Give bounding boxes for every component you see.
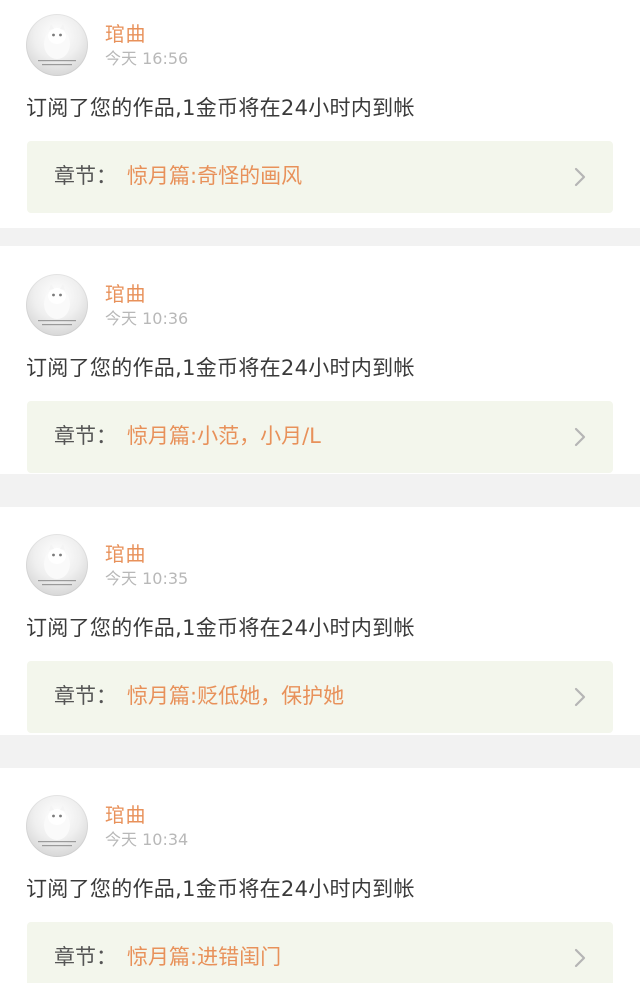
chapter-prefix: 章节： [54, 164, 117, 188]
notification-card: 琯曲 今天 16:56 订阅了您的作品,1金币将在24小时内到帐 章节： 惊月篇… [0, 0, 640, 228]
notification-card: 琯曲 今天 10:35 订阅了您的作品,1金币将在24小时内到帐 章节： 惊月篇… [0, 507, 640, 735]
chapter-prefix: 章节： [54, 424, 117, 448]
timestamp: 今天 10:35 [105, 569, 188, 589]
time-value: 10:36 [142, 309, 189, 328]
chapter-title: 惊月篇:奇怪的画风 [127, 164, 303, 188]
cat-avatar-image [38, 284, 76, 326]
cat-avatar-image [38, 24, 76, 66]
time-prefix: 今天 [105, 49, 138, 68]
chevron-right-icon [574, 167, 586, 187]
notification-message: 订阅了您的作品,1金币将在24小时内到帐 [26, 616, 415, 640]
notification-card: 琯曲 今天 10:34 订阅了您的作品,1金币将在24小时内到帐 章节： 惊月篇… [0, 768, 640, 983]
notification-card: 琯曲 今天 10:36 订阅了您的作品,1金币将在24小时内到帐 章节： 惊月篇… [0, 246, 640, 474]
user-avatar[interactable] [26, 534, 88, 596]
timestamp: 今天 10:36 [105, 309, 188, 329]
notification-message: 订阅了您的作品,1金币将在24小时内到帐 [26, 356, 415, 380]
chapter-link[interactable]: 章节： 惊月篇:小范，小月/L [27, 401, 613, 473]
notification-message: 订阅了您的作品,1金币将在24小时内到帐 [26, 877, 415, 901]
chapter-link[interactable]: 章节： 惊月篇:奇怪的画风 [27, 141, 613, 213]
chapter-link[interactable]: 章节： 惊月篇:进错闺门 [27, 922, 613, 983]
time-prefix: 今天 [105, 569, 138, 588]
username[interactable]: 琯曲 [105, 282, 146, 306]
time-value: 10:35 [142, 569, 189, 588]
user-avatar[interactable] [26, 14, 88, 76]
username[interactable]: 琯曲 [105, 22, 146, 46]
time-prefix: 今天 [105, 309, 138, 328]
username[interactable]: 琯曲 [105, 542, 146, 566]
chevron-right-icon [574, 427, 586, 447]
chapter-title: 惊月篇:贬低她，保护她 [127, 684, 345, 708]
chapter-link[interactable]: 章节： 惊月篇:贬低她，保护她 [27, 661, 613, 733]
chevron-right-icon [574, 948, 586, 968]
username[interactable]: 琯曲 [105, 803, 146, 827]
time-prefix: 今天 [105, 830, 138, 849]
time-value: 10:34 [142, 830, 189, 849]
user-avatar[interactable] [26, 795, 88, 857]
timestamp: 今天 16:56 [105, 49, 188, 69]
user-avatar[interactable] [26, 274, 88, 336]
notification-message: 订阅了您的作品,1金币将在24小时内到帐 [26, 96, 415, 120]
notification-screen: 琯曲 今天 16:56 订阅了您的作品,1金币将在24小时内到帐 章节： 惊月篇… [0, 0, 640, 983]
timestamp: 今天 10:34 [105, 830, 188, 850]
chapter-title: 惊月篇:进错闺门 [127, 945, 282, 969]
time-value: 16:56 [142, 49, 189, 68]
chapter-prefix: 章节： [54, 945, 117, 969]
chevron-right-icon [574, 687, 586, 707]
cat-avatar-image [38, 544, 76, 586]
chapter-prefix: 章节： [54, 684, 117, 708]
chapter-title: 惊月篇:小范，小月/L [127, 424, 321, 448]
cat-avatar-image [38, 805, 76, 847]
